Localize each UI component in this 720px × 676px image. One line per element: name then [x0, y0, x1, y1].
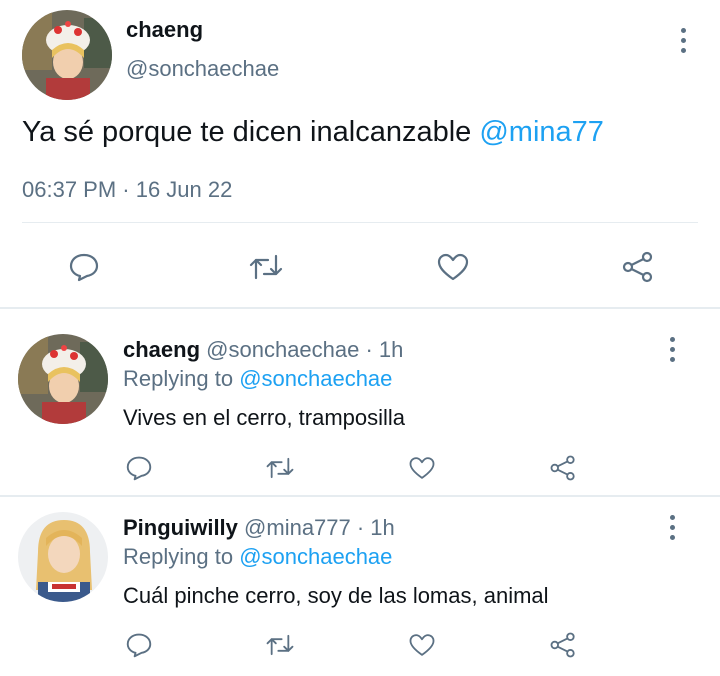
retweet-icon — [266, 457, 294, 479]
share-icon — [550, 632, 575, 658]
divider — [0, 307, 720, 309]
reply-header: Pinguiwilly @mina777 · 1h — [123, 515, 395, 541]
replying-to-label: Replying to — [123, 544, 240, 569]
reply-avatar[interactable] — [18, 334, 108, 424]
main-like-button[interactable] — [431, 245, 475, 289]
replying-to-link[interactable]: @sonchaechae — [239, 366, 392, 391]
like-icon — [409, 634, 435, 656]
main-tweet-text: Ya sé porque te dicen inalcanzable — [22, 116, 480, 148]
reply-like-button[interactable] — [405, 628, 439, 662]
reply-avatar[interactable] — [18, 512, 108, 602]
main-mention-link[interactable]: @mina77 — [479, 116, 604, 148]
replying-to-link[interactable]: @sonchaechae — [239, 544, 392, 569]
reply-handle[interactable]: @sonchaechae · 1h — [206, 337, 403, 362]
avatar-photo-icon — [18, 512, 108, 602]
reply-retweet-button[interactable] — [263, 628, 297, 662]
main-timestamp[interactable]: 06:37 PM · 16 Jun 22 — [22, 177, 232, 203]
divider — [0, 495, 720, 497]
divider — [22, 222, 698, 223]
reply-share-button[interactable] — [546, 451, 580, 485]
main-share-button[interactable] — [616, 245, 660, 289]
main-tweet-text-block: Ya sé porque te dicen inalcanzable @mina… — [22, 116, 604, 149]
main-reply-button[interactable] — [62, 245, 106, 289]
reply-handle[interactable]: @mina777 · 1h — [244, 515, 395, 540]
reply-icon — [126, 456, 152, 481]
reply-replying-to: Replying to @sonchaechae — [123, 366, 392, 392]
more-icon — [669, 514, 675, 520]
reply-icon — [69, 253, 99, 282]
reply-icon — [126, 633, 152, 658]
main-handle[interactable]: @sonchaechae — [126, 56, 279, 82]
more-icon — [669, 336, 675, 342]
reply-replying-to: Replying to @sonchaechae — [123, 544, 392, 570]
main-display-name[interactable]: chaeng — [126, 17, 203, 43]
reply-text: Vives en el cerro, tramposilla — [123, 405, 406, 430]
reply-share-button[interactable] — [546, 628, 580, 662]
share-icon — [550, 455, 575, 481]
reply-text: Cuál pinche cerro, soy de las lomas, ani… — [123, 583, 549, 608]
reply-retweet-button[interactable] — [263, 451, 297, 485]
reply-display-name[interactable]: chaeng — [123, 337, 200, 362]
like-icon — [437, 253, 469, 281]
retweet-icon — [249, 254, 283, 280]
like-icon — [409, 457, 435, 479]
retweet-icon — [266, 634, 294, 656]
more-icon — [680, 27, 686, 33]
main-more-button[interactable] — [671, 24, 695, 56]
reply-display-name[interactable]: Pinguiwilly — [123, 515, 238, 540]
main-retweet-button[interactable] — [244, 245, 288, 289]
reply-reply-button[interactable] — [122, 628, 156, 662]
avatar-photo-icon — [22, 10, 112, 100]
main-tweet-avatar[interactable] — [22, 10, 112, 100]
reply-more-button[interactable] — [660, 511, 684, 543]
reply-reply-button[interactable] — [122, 451, 156, 485]
share-icon — [622, 251, 653, 283]
reply-more-button[interactable] — [660, 333, 684, 365]
reply-header: chaeng @sonchaechae · 1h — [123, 337, 403, 363]
reply-like-button[interactable] — [405, 451, 439, 485]
replying-to-label: Replying to — [123, 366, 240, 391]
avatar-photo-icon — [18, 334, 108, 424]
